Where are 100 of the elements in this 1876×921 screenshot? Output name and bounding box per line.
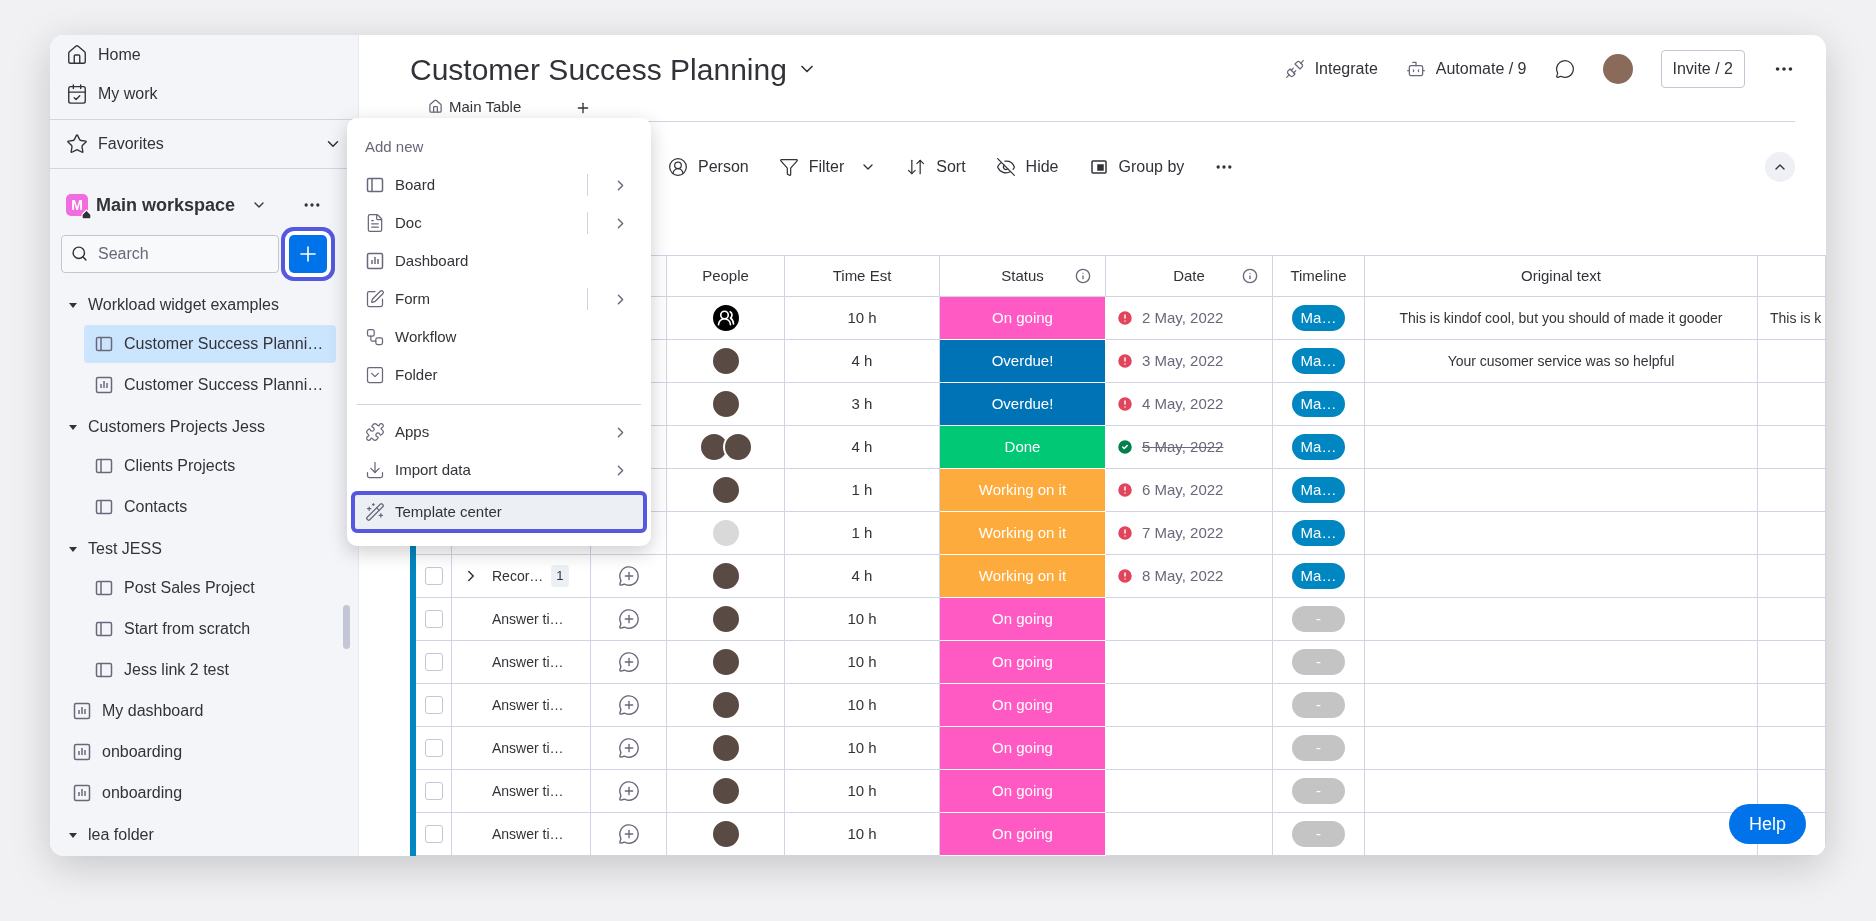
- add-update-icon[interactable]: [617, 737, 640, 759]
- menu-item[interactable]: Workflow: [357, 318, 641, 356]
- chat-icon[interactable]: [1554, 59, 1575, 79]
- caret-icon[interactable]: [68, 422, 78, 432]
- folder-icon: [365, 365, 385, 385]
- checkbox[interactable]: [424, 567, 443, 585]
- dashboard-icon: [94, 375, 114, 395]
- toolbar-button[interactable]: Group by: [1088, 154, 1185, 179]
- dashboard-icon: [72, 742, 92, 762]
- item-name[interactable]: Answer ti…: [492, 780, 564, 802]
- date-text[interactable]: 4 May, 2022: [1142, 392, 1224, 416]
- menu-item[interactable]: Apps: [357, 413, 641, 451]
- sidebar-item[interactable]: Customer Success Planni…: [84, 366, 336, 404]
- caret-icon[interactable]: [68, 830, 78, 840]
- add-update-icon[interactable]: [617, 694, 640, 716]
- checkbox[interactable]: [424, 825, 443, 843]
- add-update-icon[interactable]: [617, 780, 640, 802]
- sidebar-item[interactable]: onboarding: [62, 774, 336, 812]
- tree-group[interactable]: Customers Projects Jess: [50, 407, 358, 447]
- add-update-icon[interactable]: [617, 823, 640, 845]
- date-text[interactable]: 8 May, 2022: [1142, 564, 1224, 588]
- info-icon[interactable]: [1075, 268, 1091, 284]
- checkbox[interactable]: [424, 782, 443, 800]
- sidebar-item[interactable]: Jess link 2 test: [84, 651, 336, 689]
- search-icon: [71, 245, 88, 262]
- timeline-pill[interactable]: Ma…: [1292, 434, 1345, 460]
- sidebar-item[interactable]: Customer Success Planni…: [84, 325, 336, 363]
- item-name[interactable]: Answer ti…: [492, 651, 564, 673]
- timeline-pill[interactable]: Ma…: [1292, 391, 1345, 417]
- board-icon: [94, 334, 114, 354]
- date-text[interactable]: 5 May, 2022: [1142, 435, 1224, 459]
- item-name[interactable]: Answer ti…: [492, 694, 564, 716]
- sidebar-item[interactable]: Clients Projects: [84, 447, 336, 485]
- status-label[interactable]: Overdue!: [940, 340, 1106, 383]
- menu-item[interactable]: Template center: [351, 491, 647, 533]
- caret-icon[interactable]: [68, 300, 78, 310]
- toolbar-button[interactable]: Person: [668, 154, 749, 179]
- date-text[interactable]: 3 May, 2022: [1142, 349, 1224, 373]
- add-update-icon[interactable]: [617, 651, 640, 673]
- home-icon: [428, 99, 443, 115]
- invite-button[interactable]: Invite / 2: [1660, 50, 1745, 88]
- table-cell: [1758, 512, 1826, 555]
- timeline-pill[interactable]: Ma…: [1292, 477, 1345, 503]
- menu-item[interactable]: Import data: [357, 451, 641, 489]
- date-text[interactable]: 6 May, 2022: [1142, 478, 1224, 502]
- header-action[interactable]: Integrate: [1284, 57, 1378, 81]
- sidebar-item[interactable]: My dashboard: [62, 692, 336, 730]
- workspace-name[interactable]: Main workspace: [96, 191, 236, 219]
- eye-off-icon: [995, 156, 1016, 177]
- header-action[interactable]: Automate / 9: [1405, 57, 1527, 81]
- item-name[interactable]: Recor…: [492, 565, 544, 587]
- avatar-photo[interactable]: [1602, 54, 1633, 84]
- checkbox[interactable]: [424, 653, 443, 671]
- column-header[interactable]: Timeline: [1273, 256, 1365, 297]
- item-name[interactable]: Answer ti…: [492, 823, 564, 845]
- info-icon[interactable]: [1242, 268, 1258, 284]
- caret-icon[interactable]: [68, 544, 78, 554]
- checkbox[interactable]: [424, 610, 443, 628]
- column-header[interactable]: Original text: [1365, 256, 1758, 297]
- column-header[interactable]: People: [667, 256, 785, 297]
- tree-group[interactable]: Workload widget examples: [50, 285, 358, 325]
- collapse-button[interactable]: [1765, 151, 1795, 182]
- table-cell: [1758, 684, 1826, 727]
- download-icon: [365, 460, 385, 480]
- toolbar-button[interactable]: Hide: [995, 154, 1059, 179]
- tree-group[interactable]: lea folder: [50, 815, 358, 855]
- timeline-pill[interactable]: Ma…: [1292, 305, 1345, 331]
- timeline-pill[interactable]: Ma…: [1292, 520, 1345, 546]
- help-button[interactable]: Help: [1728, 804, 1806, 844]
- item-name[interactable]: Answer ti…: [492, 737, 564, 759]
- menu-item[interactable]: Folder: [357, 356, 641, 394]
- scrollbar-thumb[interactable]: [343, 605, 350, 649]
- checkbox[interactable]: [424, 696, 443, 714]
- sidebar-item[interactable]: onboarding: [62, 733, 336, 771]
- column-header[interactable]: Time Est: [785, 256, 940, 297]
- date-text[interactable]: 2 May, 2022: [1142, 306, 1224, 330]
- item-name[interactable]: Answer ti…: [492, 608, 564, 630]
- column-header[interactable]: Date: [1106, 256, 1273, 297]
- date-text[interactable]: 7 May, 2022: [1142, 521, 1224, 545]
- board-icon: [94, 619, 114, 639]
- menu-item[interactable]: Dashboard: [357, 242, 641, 280]
- menu-item[interactable]: Board: [357, 166, 641, 204]
- sidebar-item[interactable]: Post Sales Project: [84, 569, 336, 607]
- add-update-icon[interactable]: [617, 608, 640, 630]
- favorites-item[interactable]: Favorites: [50, 120, 358, 168]
- toolbar-button[interactable]: Filter: [778, 154, 877, 179]
- nav-item[interactable]: My work: [50, 74, 358, 113]
- nav-item[interactable]: Home: [50, 35, 358, 74]
- menu-item[interactable]: Doc: [357, 204, 641, 242]
- timeline-pill[interactable]: Ma…: [1292, 348, 1345, 374]
- sidebar-item[interactable]: Start from scratch: [84, 610, 336, 648]
- toolbar-button[interactable]: Sort: [906, 154, 966, 179]
- board-title[interactable]: Customer Success Planning: [410, 46, 787, 92]
- menu-item[interactable]: Form: [357, 280, 641, 318]
- status-label[interactable]: Overdue!: [940, 383, 1106, 426]
- sidebar-item[interactable]: Contacts: [84, 488, 336, 526]
- timeline-pill[interactable]: Ma…: [1292, 563, 1345, 589]
- search-field[interactable]: Search: [61, 235, 279, 273]
- checkbox[interactable]: [424, 739, 443, 757]
- add-update-icon[interactable]: [617, 565, 640, 587]
